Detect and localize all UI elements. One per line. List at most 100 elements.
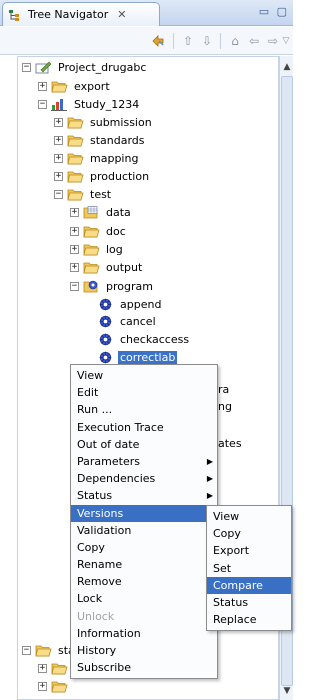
menu-item-copy[interactable]: Copy: [71, 539, 217, 556]
menu-item-status[interactable]: Status ▶: [71, 487, 217, 504]
expand-icon[interactable]: +: [70, 226, 79, 236]
folder-icon: [67, 153, 84, 164]
menu-item-remove[interactable]: Remove: [71, 573, 217, 590]
tree-item[interactable]: + mapping: [54, 150, 140, 166]
tree-item[interactable]: − Study_1234: [38, 96, 141, 112]
expand-icon[interactable]: +: [70, 207, 79, 217]
collapse-icon[interactable]: −: [54, 189, 63, 199]
program-file-icon: [99, 351, 112, 363]
tree-item-label: output: [106, 260, 143, 274]
sync-icon[interactable]: [150, 33, 166, 49]
tab-tree-navigator[interactable]: Tree Navigator ✕: [2, 2, 160, 26]
home-icon[interactable]: ⌂: [227, 33, 243, 49]
view-menu-icon[interactable]: ▽: [281, 33, 291, 49]
back-icon[interactable]: ⇦: [246, 33, 262, 49]
close-icon[interactable]: ✕: [117, 8, 126, 21]
program-file-icon: [99, 298, 112, 310]
tree-item[interactable]: + output: [70, 259, 144, 275]
menu-item-label: Replace: [213, 613, 257, 627]
submenu-arrow-icon: ▶: [206, 456, 213, 466]
expand-icon[interactable]: +: [70, 244, 79, 254]
tree-navigator-icon: [9, 9, 19, 21]
menu-item-subscribe[interactable]: Subscribe: [71, 659, 217, 676]
tree-item[interactable]: cancel: [97, 313, 158, 329]
tree-item-label: Study_1234: [74, 97, 140, 111]
menu-item-view[interactable]: View: [71, 367, 217, 384]
tree-item[interactable]: + log: [70, 241, 125, 257]
tree-item[interactable]: + export: [38, 78, 112, 94]
tree-item[interactable]: append: [97, 296, 163, 312]
submenu-item-export[interactable]: Export: [207, 542, 291, 559]
toolbar-separator: [220, 33, 221, 49]
expand-icon[interactable]: +: [38, 81, 47, 91]
menu-item-label: View: [77, 369, 104, 382]
submenu-item-copy[interactable]: Copy: [207, 525, 291, 542]
navigator-toolbar: ⇧ ⇩ ⌂ ⇦ ⇨ ▽: [0, 27, 293, 55]
menu-item-label: Set: [213, 561, 232, 575]
menu-item-execution-trace[interactable]: Execution Trace: [71, 419, 217, 436]
down-icon[interactable]: ⇩: [199, 33, 215, 49]
tree-item-label: mapping: [90, 151, 139, 165]
menu-item-validation[interactable]: Validation▶: [71, 522, 217, 539]
folder-icon: [67, 189, 84, 200]
menu-item-rename[interactable]: Rename: [71, 556, 217, 573]
expand-icon[interactable]: +: [38, 681, 47, 691]
window-controls[interactable]: ▭ ▢: [259, 5, 289, 18]
expand-icon[interactable]: +: [54, 153, 63, 163]
collapse-icon[interactable]: −: [22, 62, 31, 72]
menu-item-parameters[interactable]: Parameters ▶: [71, 453, 217, 470]
menu-item-out-of-date[interactable]: Out of date: [71, 436, 217, 453]
menu-item-versions[interactable]: Versions▶: [71, 504, 217, 522]
tree-item-label: program: [106, 279, 153, 293]
tree-item-label: ng: [218, 399, 232, 413]
scroll-down-icon[interactable]: ▼: [282, 686, 292, 696]
menu-item-label: Edit: [77, 386, 99, 400]
expand-icon[interactable]: +: [54, 117, 63, 127]
tree-item[interactable]: + production: [54, 168, 151, 184]
collapse-icon[interactable]: −: [22, 645, 31, 655]
collapse-icon[interactable]: −: [38, 99, 47, 109]
menu-item-label: Execution Trace: [77, 420, 164, 434]
tree-item[interactable]: − program: [70, 278, 155, 294]
tree-item[interactable]: +: [38, 696, 76, 699]
expand-icon[interactable]: +: [54, 135, 63, 145]
submenu-item-replace[interactable]: Replace: [207, 611, 291, 628]
tree-item[interactable]: − test: [54, 186, 113, 202]
tree-item-label: standards: [90, 133, 145, 147]
expand-icon[interactable]: +: [54, 171, 63, 181]
tree-item[interactable]: + doc: [70, 223, 128, 239]
scroll-up-icon[interactable]: ▲: [282, 62, 292, 72]
tree-item-label: ra: [218, 382, 230, 396]
versions-submenu: View Copy Export Set Compare Status Replace: [206, 505, 292, 632]
folder-icon: [67, 117, 84, 128]
tree-item[interactable]: + standards: [54, 132, 147, 148]
tree-item[interactable]: correctlab: [97, 349, 179, 365]
menu-item-label: Parameters: [77, 454, 140, 468]
submenu-item-view[interactable]: View: [207, 508, 291, 525]
tree-item[interactable]: +: [38, 678, 76, 694]
tree-item-label: cancel: [120, 314, 156, 328]
tree-item[interactable]: + submission: [54, 114, 154, 130]
expand-icon[interactable]: +: [38, 663, 47, 673]
tree-item[interactable]: checkaccess: [97, 331, 191, 347]
submenu-item-set[interactable]: Set: [207, 560, 291, 577]
menu-item-lock[interactable]: Lock: [71, 590, 217, 607]
menu-item-information[interactable]: Information: [71, 625, 217, 642]
collapse-icon[interactable]: −: [70, 281, 79, 291]
expand-icon[interactable]: +: [70, 262, 79, 272]
menu-item-unlock: Unlock: [71, 608, 217, 625]
menu-item-dependencies[interactable]: Dependencies ▶: [71, 470, 217, 487]
submenu-item-compare[interactable]: Compare: [207, 576, 291, 594]
menu-item-label: Copy: [213, 527, 241, 541]
menu-item-run[interactable]: Run ...: [71, 401, 217, 418]
menu-item-label: Validation: [77, 523, 132, 537]
tree-item-label: submission: [90, 115, 152, 129]
submenu-item-status[interactable]: Status: [207, 594, 291, 611]
folder-icon: [35, 645, 52, 656]
up-icon[interactable]: ⇧: [180, 33, 196, 49]
menu-item-history[interactable]: History: [71, 642, 217, 659]
tree-item[interactable]: − Project_drugabc: [22, 59, 148, 75]
tree-item[interactable]: + data: [70, 204, 133, 220]
forward-icon[interactable]: ⇨: [265, 33, 281, 49]
menu-item-edit[interactable]: Edit: [71, 384, 217, 401]
